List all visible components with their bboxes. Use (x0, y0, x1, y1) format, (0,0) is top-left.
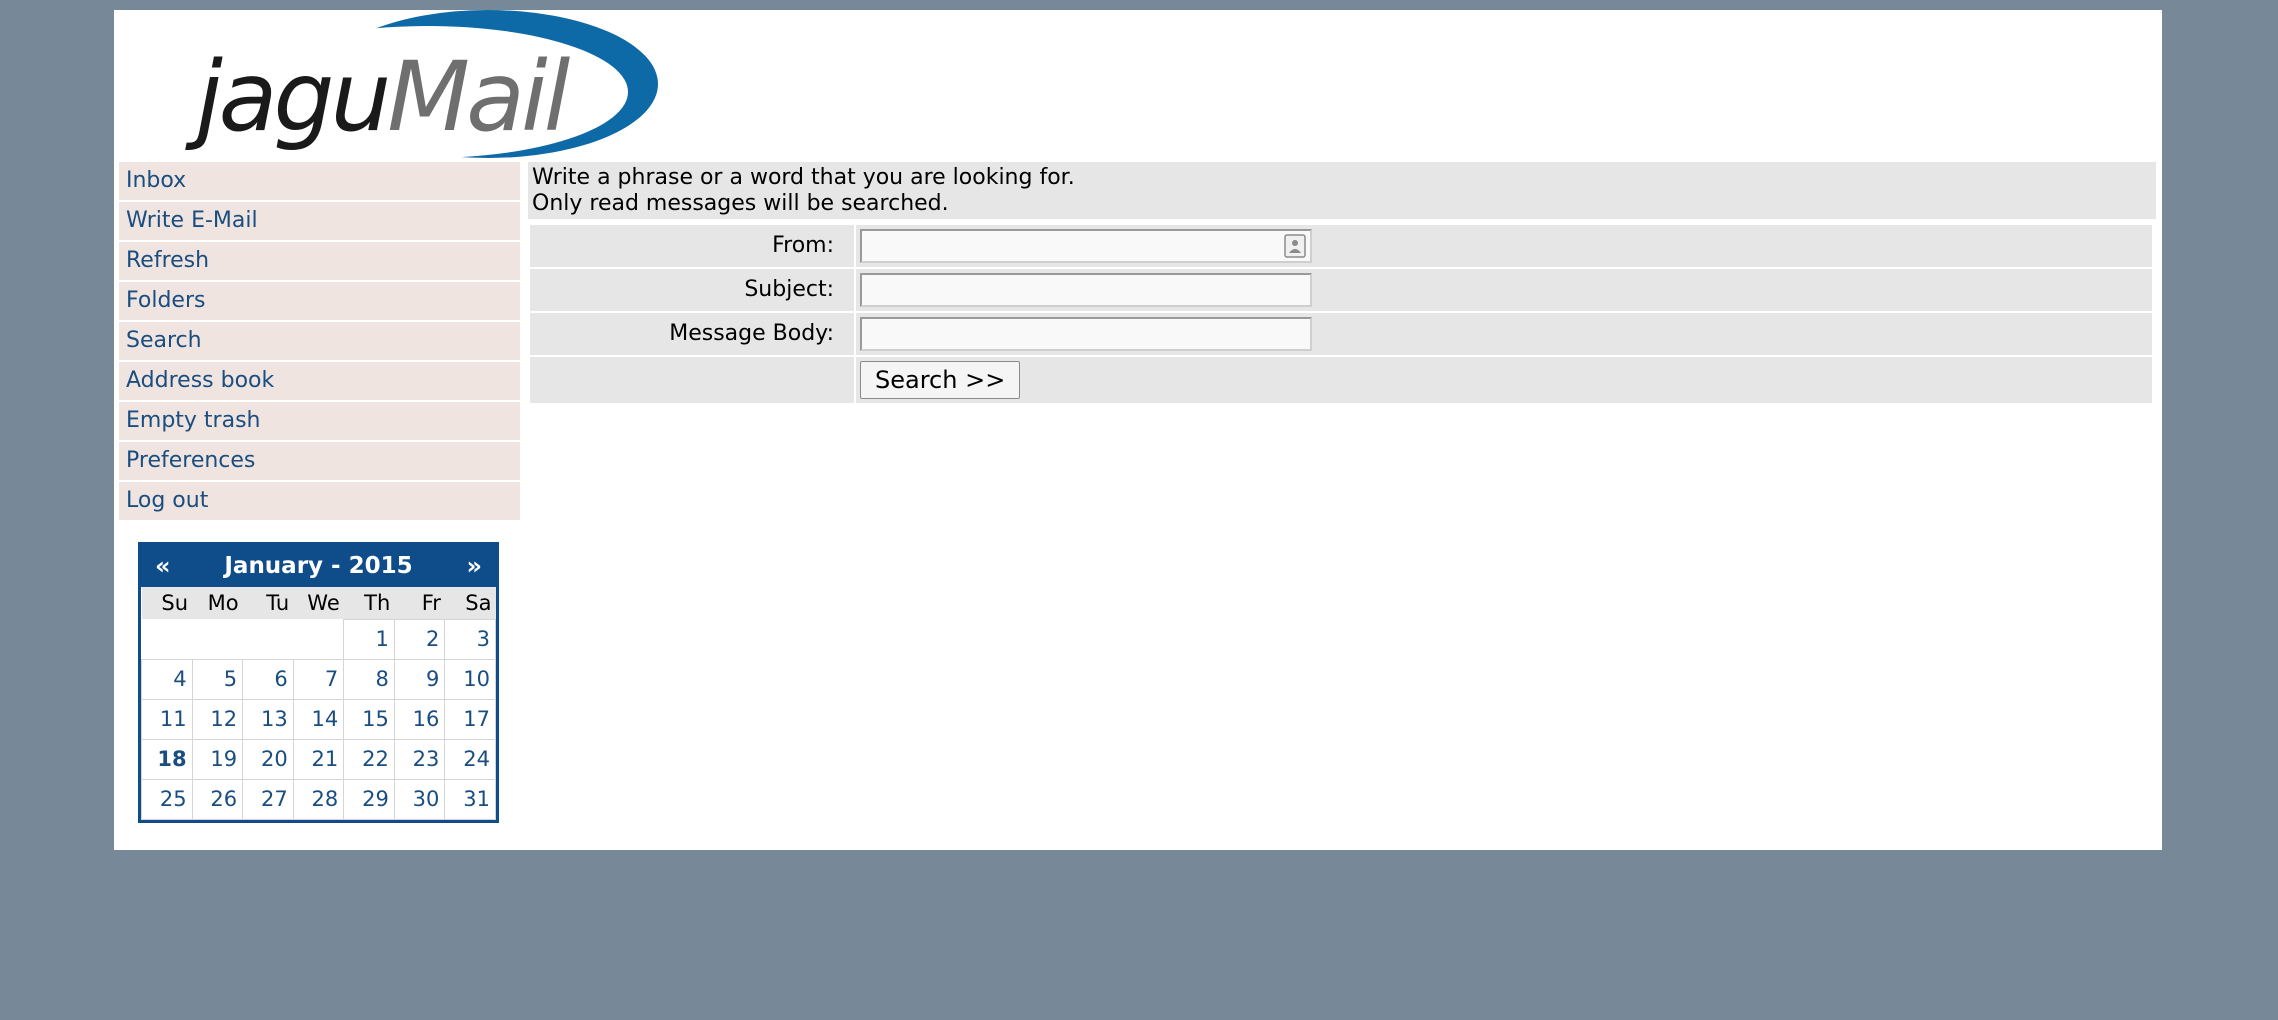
logo-text-dark: jagu (185, 41, 387, 153)
subject-input[interactable] (860, 273, 1312, 307)
calendar-day[interactable]: 24 (444, 738, 496, 780)
calendar-day[interactable]: 30 (393, 778, 446, 820)
search-instructions: Write a phrase or a word that you are lo… (528, 162, 2156, 219)
calendar-next-month[interactable]: » (466, 552, 482, 580)
calendar-empty-cell (192, 619, 243, 660)
instruction-line: Write a phrase or a word that you are lo… (532, 165, 1075, 190)
menu-item-refresh[interactable]: Refresh (119, 242, 520, 280)
calendar-day[interactable]: 3 (444, 618, 496, 660)
calendar-day-today[interactable]: 18 (141, 738, 193, 780)
svg-text:jaguMail: jaguMail (185, 41, 571, 153)
from-input[interactable] (860, 229, 1312, 263)
calendar-day[interactable]: 26 (191, 778, 244, 820)
menu-item-search[interactable]: Search (119, 322, 520, 360)
menu-item-log-out[interactable]: Log out (119, 482, 520, 520)
calendar-empty-cell (141, 619, 193, 660)
logo-text-light: Mail (387, 41, 570, 153)
calendar-empty-cell (242, 619, 294, 660)
calendar-day[interactable]: 12 (191, 698, 244, 740)
calendar-day[interactable]: 4 (141, 658, 193, 700)
menu-item-empty-trash[interactable]: Empty trash (119, 402, 520, 440)
menu-item-folders[interactable]: Folders (119, 282, 520, 320)
search-form: From: Subject: Message Body: Search >> (530, 225, 2152, 403)
calendar-day[interactable]: 14 (292, 698, 345, 740)
calendar-day[interactable]: 27 (242, 778, 294, 820)
calendar-day[interactable]: 1 (343, 618, 395, 660)
calendar-prev-month[interactable]: « (155, 552, 171, 580)
from-label: From: (530, 225, 854, 267)
calendar-day[interactable]: 21 (292, 738, 345, 780)
weekday-header: Su (141, 587, 193, 619)
menu-item-write-email[interactable]: Write E-Mail (119, 202, 520, 240)
calendar-day[interactable]: 23 (393, 738, 446, 780)
jagumail-logo: jaguMail (182, 10, 662, 160)
message-body-row: Message Body: (530, 313, 2152, 355)
weekday-header: Mo (192, 587, 243, 619)
submit-row: Search >> (530, 357, 2152, 403)
calendar-day[interactable]: 22 (343, 738, 395, 780)
calendar-day[interactable]: 29 (343, 778, 395, 820)
calendar-day[interactable]: 11 (141, 698, 193, 740)
weekday-header: Tu (242, 587, 294, 619)
calendar-day[interactable]: 5 (191, 658, 244, 700)
calendar-month-title: January - 2015 (224, 553, 413, 579)
search-button[interactable]: Search >> (860, 361, 1021, 399)
sidebar-menu: Inbox Write E-Mail Refresh Folders Searc… (119, 162, 520, 522)
calendar-week-row: 18 19 20 21 22 23 24 (141, 738, 496, 780)
calendar-day[interactable]: 6 (242, 658, 294, 700)
calendar-day[interactable]: 16 (393, 698, 446, 740)
subject-label: Subject: (530, 269, 854, 311)
mini-calendar: « January - 2015 » Su Mo Tu We Th Fr Sa … (138, 542, 499, 823)
weekday-header: Fr (394, 587, 445, 619)
calendar-day[interactable]: 17 (444, 698, 496, 740)
calendar-week-row: 25 26 27 28 29 30 31 (141, 778, 496, 820)
calendar-day[interactable]: 2 (393, 618, 446, 660)
instruction-line: Only read messages will be searched. (532, 191, 949, 216)
menu-item-inbox[interactable]: Inbox (119, 162, 520, 200)
calendar-day[interactable]: 19 (191, 738, 244, 780)
search-panel: Write a phrase or a word that you are lo… (528, 162, 2270, 405)
calendar-day[interactable]: 15 (343, 698, 395, 740)
calendar-day[interactable]: 10 (444, 658, 496, 700)
subject-row: Subject: (530, 269, 2152, 311)
calendar-day[interactable]: 13 (242, 698, 294, 740)
calendar-day[interactable]: 8 (343, 658, 395, 700)
address-book-icon[interactable] (1284, 234, 1306, 258)
calendar-empty-cell (293, 619, 344, 660)
page-container: jaguMail Inbox Write E-Mail Refresh Fold… (114, 10, 2162, 850)
message-body-label: Message Body: (530, 313, 854, 355)
calendar-day[interactable]: 28 (292, 778, 345, 820)
calendar-grid: Su Mo Tu We Th Fr Sa 1 2 3 4 5 6 7 8 9 10 11 12 13 14… (141, 587, 496, 820)
weekday-header: Sa (444, 587, 496, 619)
message-body-input[interactable] (860, 317, 1312, 351)
calendar-week-row: 11 12 13 14 15 16 17 (141, 698, 496, 740)
calendar-week-row: 123 (141, 618, 496, 660)
calendar-day[interactable]: 25 (141, 778, 193, 820)
calendar-day[interactable]: 20 (242, 738, 294, 780)
from-row: From: (530, 225, 2152, 267)
calendar-day[interactable]: 31 (444, 778, 496, 820)
calendar-day[interactable]: 7 (292, 658, 345, 700)
weekday-header: Th (343, 587, 395, 619)
calendar-day[interactable]: 9 (393, 658, 446, 700)
calendar-week-row: 4 5 6 7 8 9 10 (141, 658, 496, 700)
menu-item-address-book[interactable]: Address book (119, 362, 520, 400)
weekday-header: We (293, 587, 344, 619)
menu-item-preferences[interactable]: Preferences (119, 442, 520, 480)
calendar-header: « January - 2015 » (141, 545, 496, 587)
